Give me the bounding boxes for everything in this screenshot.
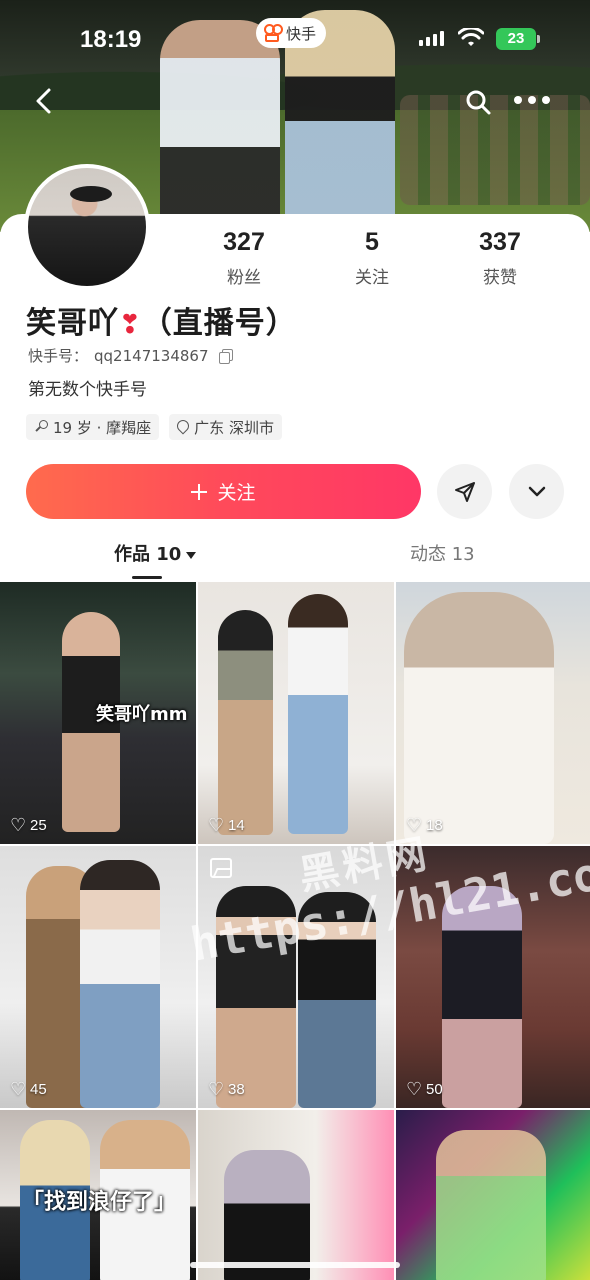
search-icon[interactable]: [464, 88, 492, 116]
female-icon: [34, 420, 48, 434]
stat-likes[interactable]: 337 获赞: [460, 228, 540, 288]
followers-count: 327: [223, 228, 265, 256]
like-count: 45: [10, 1079, 47, 1100]
heart-outline-icon: [10, 1079, 26, 1100]
avatar[interactable]: [24, 164, 150, 290]
follow-label: 关注: [217, 482, 256, 504]
send-icon: [454, 481, 475, 502]
app-indicator-pill[interactable]: 快手: [256, 18, 327, 48]
status-time: 18:19: [80, 26, 142, 53]
video-thumbnail[interactable]: 45: [0, 846, 196, 1108]
profile-bio: 第无数个快手号: [28, 380, 147, 400]
profile-username: 笑哥吖❣（直播号）: [26, 298, 297, 342]
video-thumbnail[interactable]: [198, 1110, 394, 1280]
plus-icon: [191, 483, 208, 500]
tag-location: 广东 深圳市: [169, 414, 282, 440]
back-arrow-icon[interactable]: [30, 86, 60, 116]
app-name: 快手: [286, 24, 317, 43]
like-count: 25: [10, 815, 47, 836]
stat-following[interactable]: 5 关注: [332, 228, 412, 288]
kuaishou-id-value: qq2147134867: [94, 346, 209, 365]
video-thumbnail[interactable]: 14: [198, 582, 394, 844]
content-tabs: 作品 10 动态 13: [0, 540, 590, 584]
wifi-icon: [458, 28, 484, 46]
followers-label: 粉丝: [227, 268, 261, 288]
tag-age-zodiac: 19 岁 · 摩羯座: [26, 414, 160, 440]
tag-age-text: 19 岁 · 摩羯座: [53, 418, 152, 437]
username-text: 笑哥吖: [26, 306, 119, 341]
video-thumbnail[interactable]: 38: [198, 846, 394, 1108]
video-overlay-caption: 「找到浪仔了」: [22, 1190, 177, 1215]
tab-works[interactable]: 作品 10: [114, 540, 197, 566]
tab-moments[interactable]: 动态 13: [410, 540, 475, 566]
cellular-signal-icon: [419, 30, 444, 46]
likes-label: 获赞: [483, 268, 517, 288]
like-count: 38: [208, 1079, 245, 1100]
caret-down-icon: [186, 551, 197, 559]
heart-exclamation-icon: ❣: [119, 310, 142, 340]
works-grid: 笑哥吖mm 25 14 18 45 38 50 「找到浪仔了」: [0, 582, 590, 1280]
tag-location-text: 广东 深圳市: [194, 418, 274, 437]
more-options-icon[interactable]: [514, 96, 574, 108]
heart-outline-icon: [406, 1079, 422, 1100]
video-overlay-caption: 笑哥吖mm: [96, 704, 188, 725]
heart-outline-icon: [406, 815, 422, 836]
kuaishou-id-row: 快手号： qq2147134867: [28, 345, 233, 366]
likes-count: 337: [479, 228, 521, 256]
video-thumbnail[interactable]: 50: [396, 846, 590, 1108]
video-thumbnail[interactable]: [396, 1110, 590, 1280]
following-count: 5: [365, 228, 379, 256]
multi-image-icon: [210, 858, 232, 878]
kuaishou-id-label: 快手号：: [28, 347, 89, 365]
active-tab-indicator: [132, 576, 162, 579]
home-indicator[interactable]: [190, 1262, 400, 1268]
heart-outline-icon: [208, 1079, 224, 1100]
video-thumbnail[interactable]: 笑哥吖mm 25: [0, 582, 196, 844]
kuaishou-logo-icon: [262, 23, 283, 43]
follow-button[interactable]: 关注: [26, 464, 421, 519]
video-thumbnail[interactable]: 「找到浪仔了」: [0, 1110, 196, 1280]
heart-outline-icon: [10, 815, 26, 836]
username-suffix: （直播号）: [141, 306, 297, 341]
location-pin-icon: [177, 420, 189, 435]
following-label: 关注: [355, 268, 389, 288]
profile-tags: 19 岁 · 摩羯座 广东 深圳市: [26, 414, 282, 440]
chevron-down-icon: [528, 486, 545, 496]
status-bar: 18:19 快手 23: [0, 0, 590, 80]
stat-followers[interactable]: 327 粉丝: [204, 228, 284, 288]
copy-icon[interactable]: [218, 348, 233, 364]
like-count: 18: [406, 815, 443, 836]
tab-works-label: 作品 10: [114, 544, 182, 565]
expand-more-button[interactable]: [509, 464, 564, 519]
video-thumbnail[interactable]: 18: [396, 582, 590, 844]
battery-indicator: 23: [496, 28, 540, 50]
heart-outline-icon: [208, 815, 224, 836]
like-count: 50: [406, 1079, 443, 1100]
send-message-button[interactable]: [437, 464, 492, 519]
like-count: 14: [208, 815, 245, 836]
